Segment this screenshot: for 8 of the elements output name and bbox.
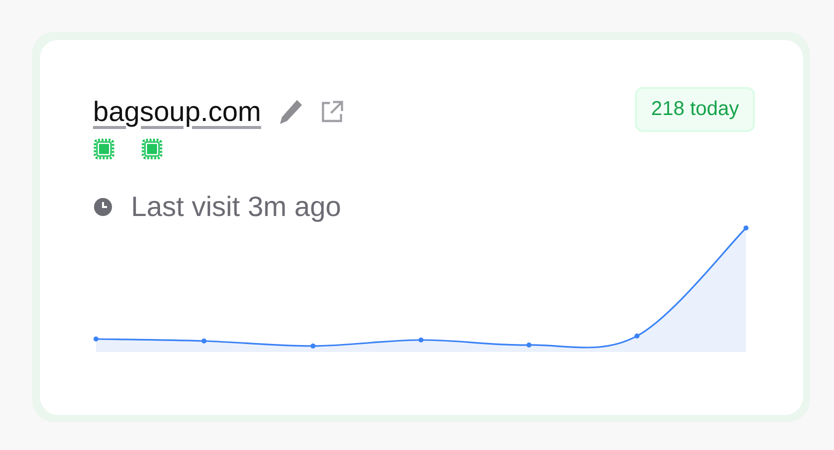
edit-icon[interactable] [279, 99, 304, 125]
domain-link[interactable]: bagsoup.com [93, 96, 262, 128]
clock-icon [93, 197, 113, 217]
chip-icon [140, 137, 164, 161]
visits-badge: 218 today [635, 87, 755, 132]
last-visit-text: Last visit 3m ago [131, 191, 342, 223]
chip-icon [92, 137, 116, 161]
external-link-icon[interactable] [319, 99, 346, 125]
